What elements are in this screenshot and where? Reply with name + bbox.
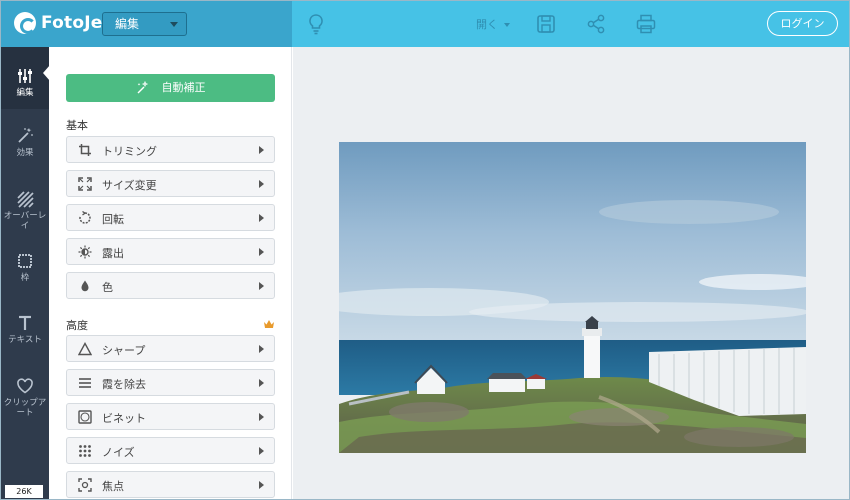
resize-icon (78, 177, 92, 191)
tool-vignette[interactable]: ビネット (66, 403, 275, 430)
tool-dehaze-label: 霞を除去 (102, 378, 146, 391)
color-drop-icon (81, 280, 89, 292)
size-badge: 26K (5, 485, 43, 498)
rail-label-effects: 効果 (16, 148, 34, 158)
tool-rotate-label: 回転 (102, 213, 124, 226)
tool-crop-label: トリミング (102, 145, 157, 158)
tool-vignette-label: ビネット (102, 412, 146, 425)
login-button[interactable]: ログイン (767, 11, 838, 36)
rail-label-frame: 枠 (20, 273, 30, 283)
section-basic-label: 基本 (66, 119, 88, 132)
rail-label-clipart: クリップアート (3, 398, 47, 418)
open-menu[interactable]: 開く (476, 16, 510, 32)
rail-item-text[interactable]: テキスト (1, 303, 49, 365)
rail-item-clipart[interactable]: クリップアート (1, 367, 49, 429)
auto-fix-button[interactable]: 自動補正 (66, 74, 275, 102)
mode-select-value: 編集 (115, 17, 140, 31)
tool-crop[interactable]: トリミング (66, 136, 275, 163)
chevron-down-icon (170, 22, 178, 27)
rail-item-effects[interactable]: 効果 (1, 113, 49, 175)
rail-label-text: テキスト (8, 335, 42, 345)
left-rail: 編集 効果 オーバーレイ 枠 テキスト クリップアート 26K (1, 47, 50, 499)
chevron-down-icon (504, 23, 510, 27)
canvas-area (293, 47, 849, 499)
rail-label-edit: 編集 (16, 88, 34, 98)
rail-item-edit[interactable]: 編集 (1, 47, 50, 109)
app-window: FotoJet 編集 開く ログイン 編集 効果 オーバーレイ 枠 テキスト ク… (0, 0, 850, 500)
top-bar: FotoJet 編集 開く ログイン (1, 1, 849, 47)
chevron-right-icon (259, 481, 264, 489)
chevron-right-icon (259, 345, 264, 353)
logo: FotoJet (14, 12, 111, 34)
tool-focus[interactable]: 焦点 (66, 471, 275, 498)
rail-label-overlay: オーバーレイ (3, 211, 47, 231)
tool-rotate[interactable]: 回転 (66, 204, 275, 231)
magic-wand-icon (18, 128, 33, 143)
open-menu-label: 開く (476, 18, 498, 31)
tool-resize[interactable]: サイズ変更 (66, 170, 275, 197)
section-advanced-label: 高度 (66, 319, 88, 332)
top-bar-left: FotoJet 編集 (1, 1, 292, 47)
tool-sharpen[interactable]: シャープ (66, 335, 275, 362)
chevron-right-icon (259, 413, 264, 421)
sliders-icon (18, 69, 32, 83)
overlay-icon (17, 191, 34, 208)
mode-select[interactable]: 編集 (102, 12, 187, 36)
tool-noise[interactable]: ノイズ (66, 437, 275, 464)
chevron-right-icon (259, 282, 264, 290)
tool-noise-label: ノイズ (102, 446, 135, 459)
chevron-right-icon (259, 180, 264, 188)
share-icon[interactable] (584, 12, 608, 36)
exposure-icon (78, 245, 92, 259)
chevron-right-icon (259, 447, 264, 455)
rail-item-overlay[interactable]: オーバーレイ (1, 175, 49, 237)
logo-icon (14, 12, 36, 34)
tool-exposure-label: 露出 (102, 247, 124, 260)
rail-item-frame[interactable]: 枠 (1, 239, 49, 301)
print-icon[interactable] (634, 12, 658, 36)
tool-color-label: 色 (102, 281, 113, 294)
chevron-right-icon (259, 379, 264, 387)
chevron-right-icon (259, 214, 264, 222)
tool-color[interactable]: 色 (66, 272, 275, 299)
vignette-icon (78, 410, 92, 424)
lightbulb-icon[interactable] (304, 12, 328, 36)
tool-focus-label: 焦点 (102, 480, 124, 493)
tool-sharpen-label: シャープ (102, 344, 146, 357)
crown-icon (264, 320, 274, 328)
rotate-icon (79, 211, 91, 224)
top-bar-right: 開く ログイン (292, 1, 849, 47)
lines-icon (79, 378, 91, 388)
tool-exposure[interactable]: 露出 (66, 238, 275, 265)
chevron-right-icon (259, 146, 264, 154)
focus-icon (78, 478, 92, 492)
text-icon (19, 315, 31, 330)
tool-dehaze[interactable]: 霞を除去 (66, 369, 275, 396)
triangle-icon (78, 342, 92, 356)
chevron-right-icon (259, 248, 264, 256)
heart-icon (17, 378, 33, 394)
logo-text: FotoJet (41, 13, 111, 33)
dots-grid-icon (79, 445, 91, 457)
lighthouse-photo (339, 142, 806, 453)
tool-resize-label: サイズ変更 (102, 179, 157, 192)
auto-fix-label: 自動補正 (161, 81, 206, 94)
tool-panel: 自動補正 基本 トリミング サイズ変更 回転 露出 色 高度 シャープ 霞を除去… (49, 47, 292, 499)
save-icon[interactable] (534, 12, 558, 36)
magic-wand-icon (137, 81, 148, 94)
crop-icon (79, 144, 91, 156)
frame-icon (18, 254, 32, 268)
